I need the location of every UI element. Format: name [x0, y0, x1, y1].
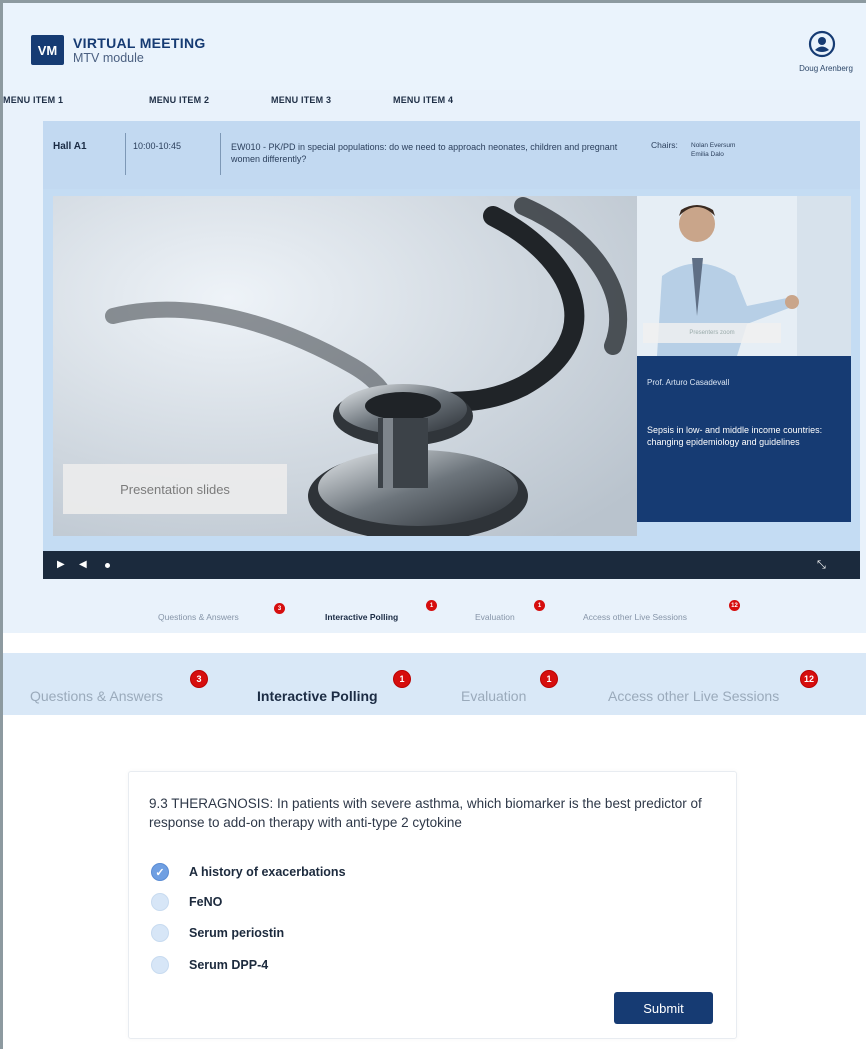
session-tabs: Questions & Answers 3 Interactive Pollin…	[3, 653, 866, 715]
chairs-label: Chairs:	[651, 140, 678, 150]
presenter-label: Presenters zoom	[643, 323, 781, 343]
option-label: Serum DPP-4	[189, 958, 269, 972]
main-menu: MENU ITEM 1 MENU ITEM 2 MENU ITEM 3 MENU…	[3, 95, 866, 113]
header: VM VIRTUAL MEETING MTV module Doug Arenb…	[3, 3, 866, 90]
tab-access-live-sessions[interactable]: Access other Live Sessions	[608, 688, 779, 704]
poll-question: 9.3 THERAGNOSIS: In patients with severe…	[149, 796, 702, 830]
submit-button[interactable]: Submit	[614, 992, 713, 1024]
app-title: VIRTUAL MEETING	[73, 35, 206, 51]
video-controls: ▶ ◀ ⤡	[43, 551, 860, 579]
evaluation-badge: 1	[540, 670, 558, 688]
speaker-info: Prof. Arturo Casadevall Sepsis in low- a…	[637, 356, 851, 522]
radio-selected[interactable]: ✓	[151, 863, 169, 881]
volume-slider-handle[interactable]	[105, 563, 110, 568]
questions-badge: 3	[274, 603, 285, 614]
presenter-video[interactable]: Presenters zoom	[637, 196, 851, 356]
tab-interactive-polling[interactable]: Interactive Polling	[325, 612, 398, 622]
app-subtitle: MTV module	[73, 51, 144, 65]
tab-evaluation[interactable]: Evaluation	[461, 688, 526, 704]
live-sessions-badge: 12	[800, 670, 818, 688]
speaker-topic: Sepsis in low- and middle income countri…	[647, 425, 823, 447]
presentation-slides-area[interactable]: Presentation slides	[53, 196, 637, 536]
tab-questions-answers[interactable]: Questions & Answers	[158, 612, 239, 622]
polling-badge: 1	[426, 600, 437, 611]
video-stage: Hall A1 10:00-10:45 EW010 - PK/PD in spe…	[43, 121, 860, 579]
session-tabs-compact: Questions & Answers 3 Interactive Pollin…	[3, 593, 866, 633]
volume-icon[interactable]: ◀	[79, 559, 87, 570]
poll-card: 9.3 THERAGNOSIS: In patients with severe…	[128, 771, 737, 1039]
poll-option[interactable]: FeNO	[151, 893, 222, 911]
option-label: A history of exacerbations	[189, 865, 346, 879]
check-icon: ✓	[155, 866, 165, 879]
live-sessions-badge: 12	[729, 600, 740, 611]
divider	[125, 133, 126, 175]
option-label: FeNO	[189, 895, 223, 909]
radio-button[interactable]	[151, 893, 169, 911]
divider	[220, 133, 221, 175]
poll-option[interactable]: Serum periostin	[151, 924, 284, 942]
questions-badge: 3	[190, 670, 208, 688]
play-icon[interactable]: ▶	[57, 559, 65, 570]
menu-item-2[interactable]: MENU ITEM 2	[149, 95, 209, 105]
expand-icon[interactable]: ⤡	[817, 559, 826, 572]
hall-name: Hall A1	[53, 141, 87, 152]
app-logo[interactable]: VM	[31, 35, 64, 65]
radio-button[interactable]	[151, 956, 169, 974]
session-info-bar: Hall A1 10:00-10:45 EW010 - PK/PD in spe…	[43, 121, 860, 189]
menu-item-1[interactable]: MENU ITEM 1	[3, 95, 63, 105]
slides-label: Presentation slides	[63, 464, 287, 514]
poll-option[interactable]: ✓ A history of exacerbations	[151, 863, 346, 881]
radio-button[interactable]	[151, 924, 169, 942]
tab-questions-answers[interactable]: Questions & Answers	[30, 688, 163, 704]
polling-badge: 1	[393, 670, 411, 688]
tab-access-live-sessions[interactable]: Access other Live Sessions	[583, 612, 687, 622]
user-name[interactable]: Doug Arenberg	[786, 64, 866, 73]
menu-item-3[interactable]: MENU ITEM 3	[271, 95, 331, 105]
session-time: 10:00-10:45	[133, 141, 182, 151]
session-title: EW010 - PK/PD in special populations: do…	[231, 142, 618, 164]
live-session-panel: VM VIRTUAL MEETING MTV module Doug Arenb…	[3, 0, 866, 633]
poll-option[interactable]: Serum DPP-4	[151, 956, 268, 974]
chair-name: Nolan Eversum	[691, 142, 736, 149]
option-label: Serum periostin	[189, 926, 285, 940]
user-circle-icon[interactable]	[808, 30, 836, 58]
evaluation-badge: 1	[534, 600, 545, 611]
speaker-name: Prof. Arturo Casadevall	[647, 378, 730, 387]
chair-name: Emilia Dalo	[691, 151, 724, 158]
menu-item-4[interactable]: MENU ITEM 4	[393, 95, 453, 105]
tab-interactive-polling[interactable]: Interactive Polling	[257, 688, 378, 704]
chairs-list: Nolan Eversum Emilia Dalo	[691, 141, 735, 159]
tab-evaluation[interactable]: Evaluation	[475, 612, 515, 622]
